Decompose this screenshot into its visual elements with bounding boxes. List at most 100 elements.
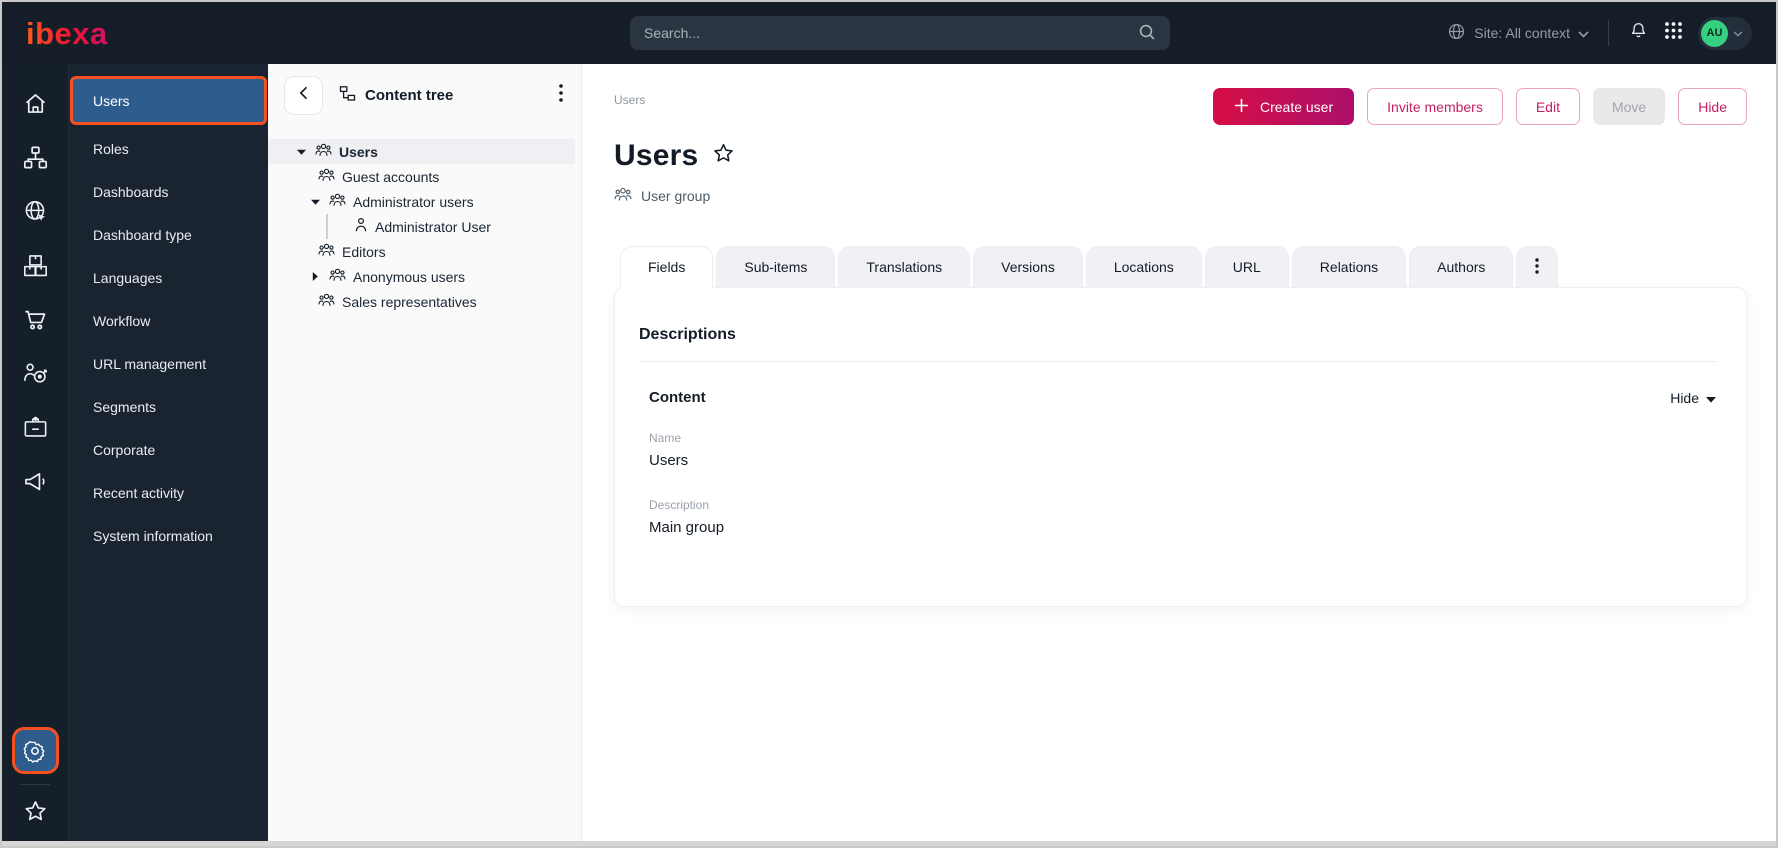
tree-node-administrator-users[interactable]: Administrator users: [268, 189, 575, 214]
sidebar-item-dashboards[interactable]: Dashboards: [73, 170, 264, 213]
chevron-left-icon: [299, 86, 308, 105]
sidebar-item-corporate[interactable]: Corporate: [73, 428, 264, 471]
search-icon[interactable]: [1138, 23, 1156, 44]
content-tree-header: Content tree: [268, 64, 581, 127]
fields-card: Descriptions Content Hide Name Users Des…: [614, 287, 1747, 607]
field-value-description: Main group: [649, 519, 725, 536]
ibexa-logo[interactable]: ibexa: [26, 18, 108, 49]
content-type-label: User group: [641, 188, 711, 204]
kebab-menu-icon[interactable]: [555, 80, 567, 111]
collapse-section-toggle[interactable]: Hide: [1670, 390, 1716, 406]
user-group-icon: [329, 192, 346, 211]
user-group-icon: [318, 167, 335, 186]
tree-node-label[interactable]: Administrator users: [353, 194, 474, 210]
star-icon[interactable]: [22, 798, 49, 825]
tree-node-label[interactable]: Sales representatives: [342, 294, 477, 310]
hide-button[interactable]: Hide: [1678, 88, 1747, 125]
collapse-tree-button[interactable]: [284, 76, 323, 115]
site-context-selector[interactable]: Site: All context: [1447, 22, 1589, 44]
rail-divider: [20, 784, 50, 785]
tree-node-users[interactable]: Users: [268, 139, 575, 164]
global-search-input[interactable]: Search...: [630, 16, 1170, 50]
tab-url[interactable]: URL: [1204, 246, 1289, 287]
tree-node-label[interactable]: Administrator User: [375, 219, 491, 235]
sidebar-item-roles[interactable]: Roles: [73, 127, 264, 170]
tab-versions[interactable]: Versions: [973, 246, 1083, 287]
caret-down-icon[interactable]: [308, 199, 322, 205]
sidebar-item-languages[interactable]: Languages: [73, 256, 264, 299]
target-person-icon[interactable]: [22, 360, 49, 387]
tree-node-editors[interactable]: Editors: [268, 239, 575, 264]
topbar-right-group: Site: All context AU: [1447, 16, 1752, 50]
content-section-title: Content: [649, 389, 706, 406]
content-tree-panel: Content tree Users Guest accounts Admini…: [268, 64, 582, 841]
chevron-down-icon: [1578, 25, 1589, 41]
notifications-bell-icon[interactable]: [1628, 20, 1649, 46]
home-icon[interactable]: [22, 90, 49, 117]
rail-bottom-group: [14, 730, 56, 825]
tree-node-anonymous-users[interactable]: Anonymous users: [268, 264, 575, 289]
collapse-label: Hide: [1670, 389, 1699, 406]
user-group-icon: [318, 292, 335, 311]
app-body: Users Roles Dashboards Dashboard type La…: [2, 64, 1776, 841]
tree-node-label[interactable]: Editors: [342, 244, 386, 260]
caret-down-icon[interactable]: [294, 149, 308, 155]
admin-menu-sidebar: Users Roles Dashboards Dashboard type La…: [69, 64, 268, 841]
sidebar-item-workflow[interactable]: Workflow: [73, 299, 264, 342]
tree-node-label[interactable]: Users: [339, 144, 378, 160]
sidebar-item-recent-activity[interactable]: Recent activity: [73, 471, 264, 514]
create-user-label: Create user: [1259, 98, 1334, 115]
user-menu[interactable]: AU: [1698, 16, 1752, 50]
tab-strip: Fields Sub-items Translations Versions L…: [620, 246, 1747, 288]
gear-icon: [23, 739, 47, 763]
ibexa-admin-window: ibexa Search... Site: All context AU Use…: [0, 0, 1778, 848]
tab-authors[interactable]: Authors: [1409, 246, 1514, 287]
tree-node-label[interactable]: Guest accounts: [342, 169, 439, 185]
tree-node-label[interactable]: Anonymous users: [353, 269, 465, 285]
tab-sub-items[interactable]: Sub-items: [716, 246, 836, 287]
bookmark-star-icon[interactable]: [711, 141, 736, 171]
sidebar-item-segments[interactable]: Segments: [73, 385, 264, 428]
bottom-edge: [2, 841, 1776, 846]
user-group-icon: [329, 267, 346, 286]
sitemap-icon[interactable]: [22, 144, 49, 171]
tree-node-guest-accounts[interactable]: Guest accounts: [268, 164, 575, 189]
globe-cursor-icon[interactable]: [22, 198, 49, 225]
tab-fields[interactable]: Fields: [620, 246, 714, 288]
sidebar-item-system-information[interactable]: System information: [73, 514, 264, 557]
chevron-down-icon: [1733, 24, 1743, 42]
tab-translations[interactable]: Translations: [838, 246, 971, 287]
sidebar-item-url-management[interactable]: URL management: [73, 342, 264, 385]
tab-locations[interactable]: Locations: [1085, 246, 1202, 287]
id-badge-icon[interactable]: [22, 414, 49, 441]
tab-more[interactable]: [1516, 246, 1559, 287]
sidebar-item-dashboard-type[interactable]: Dashboard type: [73, 213, 264, 256]
field-value-name: Users: [649, 452, 689, 469]
content-type-badge: User group: [614, 186, 1747, 206]
globe-icon: [1447, 22, 1466, 44]
caret-down-icon: [1706, 390, 1716, 406]
user-icon: [354, 217, 368, 236]
title-row: Users: [614, 139, 1747, 173]
sidebar-item-users[interactable]: Users: [73, 79, 264, 122]
avatar: AU: [1701, 19, 1728, 47]
move-button[interactable]: Move: [1592, 88, 1666, 125]
page-title: Users: [614, 139, 699, 172]
topbar-divider: [1608, 20, 1609, 46]
tree-node-administrator-user[interactable]: Administrator User: [326, 214, 575, 239]
cart-icon[interactable]: [22, 306, 49, 333]
user-group-icon: [315, 142, 332, 161]
settings-button[interactable]: [14, 730, 56, 771]
invite-members-button[interactable]: Invite members: [1367, 88, 1503, 125]
caret-right-icon[interactable]: [308, 272, 322, 281]
field-label-description: Description: [649, 498, 710, 512]
action-buttons: Create user Invite members Edit Move Hid…: [1212, 88, 1747, 125]
app-grid-icon[interactable]: [1664, 21, 1683, 45]
create-user-button[interactable]: Create user: [1212, 88, 1355, 125]
boxes-icon[interactable]: [22, 252, 49, 279]
megaphone-icon[interactable]: [22, 468, 49, 495]
tab-relations[interactable]: Relations: [1291, 246, 1407, 287]
tree-node-sales-representatives[interactable]: Sales representatives: [268, 289, 575, 314]
edit-button[interactable]: Edit: [1515, 88, 1580, 125]
search-placeholder: Search...: [644, 25, 701, 41]
